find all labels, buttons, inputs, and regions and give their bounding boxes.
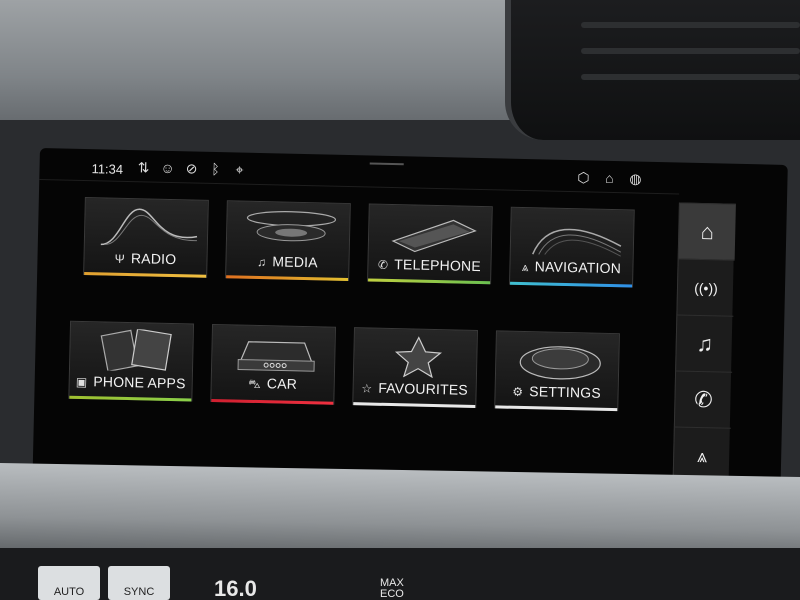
phone-apps-art	[100, 328, 172, 373]
temperature-readout: 16.0	[214, 576, 257, 600]
tile-car[interactable]: ⛍ CAR	[210, 323, 337, 405]
air-vent	[505, 0, 800, 140]
accent-line	[510, 281, 633, 288]
climate-panel: AUTO SYNC 16.0 MAX ECO	[0, 548, 800, 600]
accent-line	[368, 278, 491, 285]
media-disc-art	[246, 211, 337, 242]
accent-line	[69, 395, 192, 402]
accent-line	[211, 398, 334, 405]
drawer-handle[interactable]	[369, 162, 404, 166]
accent-line	[226, 275, 349, 282]
tile-label: PHONE APPS	[93, 373, 186, 392]
tile-label: CAR	[266, 375, 298, 392]
tile-label: MEDIA	[272, 253, 318, 271]
navigation-road-art	[532, 228, 622, 257]
antenna-icon: Ψ	[114, 251, 126, 266]
clock: 11:34	[91, 161, 124, 177]
star-art	[394, 336, 442, 379]
max-eco-label: MAX ECO	[380, 578, 404, 600]
settings-dial-art	[519, 346, 601, 380]
location-pin-icon: ⌖	[235, 161, 244, 178]
tile-favourites[interactable]: ☆ FAVOURITES	[352, 327, 478, 408]
tile-radio[interactable]: Ψ RADIO	[83, 197, 209, 278]
radio-icon: ((•))	[694, 279, 718, 297]
tile-phone-apps[interactable]: ▣ PHONE APPS	[68, 320, 195, 402]
sidebar: ⌂ ((•)) ♫ ✆ ⩓	[672, 202, 736, 492]
tile-label: FAVOURITES	[378, 379, 469, 398]
tile-media[interactable]: ♫ MEDIA	[225, 200, 351, 282]
home-icon: ⌂	[700, 219, 715, 245]
gear-icon: ⚙	[512, 384, 524, 400]
car-icon: ⛍	[248, 376, 262, 392]
music-note-icon: ♫	[257, 254, 267, 270]
radio-wave-art	[100, 208, 198, 246]
navigation-arrow-icon: ⩓	[696, 445, 708, 467]
tile-label: TELEPHONE	[394, 256, 482, 275]
data-icon: ⇅	[137, 159, 150, 176]
tile-settings[interactable]: ⚙ SETTINGS	[494, 330, 620, 412]
sidebar-item-radio[interactable]: ((•))	[677, 258, 735, 316]
vent-slat	[581, 48, 800, 54]
sidebar-item-home[interactable]: ⌂	[678, 202, 736, 260]
accent-line	[84, 272, 207, 278]
connect-icon: ⌂	[605, 169, 614, 187]
tile-label: NAVIGATION	[534, 258, 622, 277]
tile-navigation[interactable]: ⩓ NAVIGATION	[509, 206, 635, 288]
tile-label: RADIO	[130, 250, 177, 268]
globe-icon: ◍	[629, 170, 642, 187]
phone-apps-icon: ▣	[75, 374, 88, 390]
sidebar-item-telephone[interactable]: ✆	[674, 370, 733, 428]
mute-icon: ⊘	[185, 160, 198, 177]
vent-slat	[581, 22, 800, 28]
vent-slat	[581, 74, 800, 80]
eco-label: ECO	[380, 588, 404, 600]
sync-button[interactable]: SYNC	[108, 566, 170, 600]
person-icon: ☺	[160, 159, 175, 177]
car-front-art	[237, 341, 315, 372]
accent-line	[353, 402, 476, 408]
auto-button[interactable]: AUTO	[38, 566, 100, 600]
telephone-art	[391, 219, 477, 253]
sidebar-item-media[interactable]: ♫	[676, 314, 734, 372]
phone-icon: ✆	[377, 257, 389, 272]
page-indicator	[316, 459, 357, 474]
bluetooth-icon: ᛒ	[211, 160, 220, 178]
package-icon: ⬡	[577, 169, 590, 186]
navigation-arrow-icon: ⩓	[521, 259, 529, 275]
tile-telephone[interactable]: ✆ TELEPHONE	[367, 203, 493, 285]
tile-label: SETTINGS	[529, 383, 602, 401]
accent-line	[495, 405, 618, 412]
star-icon: ☆	[361, 381, 373, 396]
music-note-icon: ♫	[696, 330, 714, 357]
phone-icon: ✆	[693, 386, 713, 413]
